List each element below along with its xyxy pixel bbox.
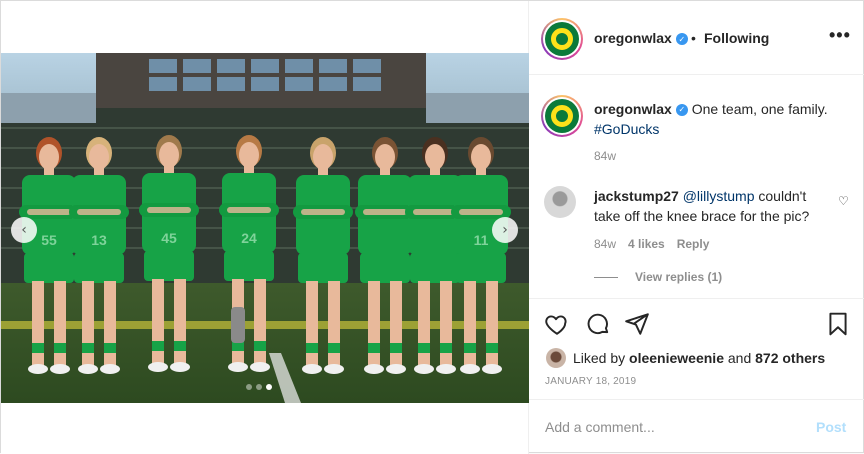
- post-actions: [529, 298, 864, 336]
- next-slide-button[interactable]: ›: [492, 217, 518, 243]
- replies-divider: [594, 277, 618, 278]
- carousel-dot: [256, 384, 262, 390]
- jersey-number: 55: [41, 232, 57, 248]
- comment-likes[interactable]: 4 likes: [628, 237, 665, 251]
- following-button[interactable]: Following: [704, 30, 769, 46]
- oregon-o-logo: [551, 28, 573, 50]
- jersey-number: 24: [241, 230, 257, 246]
- comment-text: jackstump27 @lillystump couldn't take of…: [594, 186, 834, 226]
- likes-others-link[interactable]: 872 others: [755, 350, 825, 366]
- post-media: 55 13 45 24 11 ‹ ›: [1, 1, 529, 454]
- likes-summary: Liked by oleenieweenie and 872 others: [573, 348, 825, 368]
- hashtag-link[interactable]: #GoDucks: [594, 121, 659, 137]
- header-separator: •: [691, 30, 696, 46]
- header-username[interactable]: oregonwlax: [594, 30, 672, 46]
- reply-button[interactable]: Reply: [677, 237, 710, 251]
- carousel-dot: [246, 384, 252, 390]
- caption-timestamp[interactable]: 84w: [594, 149, 616, 163]
- oregon-o-logo: [551, 105, 573, 127]
- chevron-right-icon: ›: [502, 222, 508, 238]
- liker-avatar[interactable]: [546, 348, 566, 368]
- comment-input[interactable]: [545, 416, 795, 438]
- previous-slide-button[interactable]: ‹: [11, 217, 37, 243]
- comment-mention[interactable]: @lillystump: [683, 188, 755, 204]
- caption-text: One team, one family.: [691, 101, 828, 117]
- post-side-panel: oregonwlax ✓ • Following ••• oregonwlax ✓ …: [529, 1, 864, 454]
- chevron-left-icon: ‹: [21, 222, 27, 238]
- commenter-avatar[interactable]: [544, 186, 576, 218]
- comment-timestamp[interactable]: 84w: [594, 237, 616, 251]
- profile-avatar[interactable]: [541, 18, 583, 60]
- liker-username[interactable]: oleenieweenie: [629, 350, 724, 366]
- likes-prefix: Liked by: [573, 350, 626, 366]
- comment-like-heart-icon[interactable]: ♡: [838, 194, 849, 208]
- instagram-post: 55 13 45 24 11 ‹ › oregonwlax ✓ • Following •…: [0, 0, 864, 454]
- post-caption: oregonwlax ✓ One team, one family. #GoDuc…: [594, 99, 854, 139]
- likes-connector: and: [727, 350, 752, 366]
- add-comment-bar: Post: [529, 399, 864, 454]
- caption-username[interactable]: oregonwlax: [594, 101, 672, 117]
- bookmark-save-icon[interactable]: [825, 311, 851, 337]
- like-heart-icon[interactable]: [544, 311, 570, 337]
- carousel-indicator: [246, 384, 272, 390]
- share-paper-plane-icon[interactable]: [624, 311, 650, 337]
- team-photo[interactable]: 55 13 45 24 11: [1, 53, 529, 403]
- view-replies-button[interactable]: View replies (1): [635, 270, 722, 284]
- verified-badge-icon: ✓: [675, 104, 688, 117]
- jersey-number: 11: [474, 232, 489, 248]
- comment-meta: 84w 4 likes Reply: [594, 237, 709, 251]
- post-date[interactable]: JANUARY 18, 2019: [545, 376, 636, 387]
- verified-badge-icon: ✓: [675, 33, 688, 46]
- comment-bubble-icon[interactable]: [585, 311, 611, 337]
- post-comment-button[interactable]: Post: [816, 419, 846, 435]
- carousel-dot-active: [266, 384, 272, 390]
- more-options-icon[interactable]: •••: [829, 25, 851, 46]
- jersey-number: 45: [161, 230, 177, 246]
- jersey-number: 13: [91, 232, 107, 248]
- post-header: oregonwlax ✓ • Following •••: [529, 1, 864, 75]
- comment-username[interactable]: jackstump27: [594, 188, 679, 204]
- team-photo-image: 55 13 45 24 11: [1, 53, 529, 403]
- caption-avatar[interactable]: [541, 95, 583, 137]
